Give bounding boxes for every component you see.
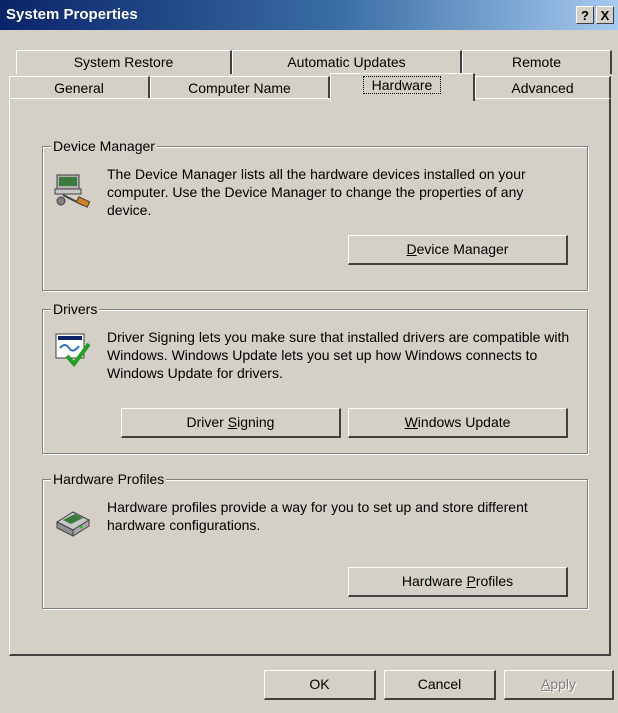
- tab-remote[interactable]: Remote: [462, 50, 612, 74]
- tab-general[interactable]: General: [9, 76, 150, 100]
- hardware-profiles-group: Hardware Profiles Hardware profiles prov…: [42, 471, 588, 609]
- windows-update-button[interactable]: Windows Update: [348, 408, 568, 438]
- tab-system-restore[interactable]: System Restore: [16, 50, 232, 74]
- help-button[interactable]: ?: [576, 6, 594, 24]
- hardware-profiles-group-label: Hardware Profiles: [51, 471, 167, 487]
- tab-automatic-updates[interactable]: Automatic Updates: [232, 50, 462, 74]
- tab-computer-name[interactable]: Computer Name: [150, 76, 330, 100]
- driver-signing-icon: [53, 330, 93, 370]
- hardware-tab-panel: Device Manager The Device Manager lists …: [9, 98, 611, 656]
- driver-signing-button[interactable]: Driver Signing: [121, 408, 341, 438]
- cancel-button[interactable]: Cancel: [384, 670, 496, 700]
- drivers-description: Driver Signing lets you make sure that i…: [107, 329, 570, 381]
- drivers-group-label: Drivers: [51, 301, 100, 317]
- apply-button[interactable]: Apply: [504, 670, 614, 700]
- tab-advanced[interactable]: Advanced: [475, 76, 611, 100]
- hardware-profiles-button[interactable]: Hardware Profiles: [348, 567, 568, 597]
- title-bar[interactable]: System Properties ? X: [0, 0, 618, 30]
- device-manager-description: The Device Manager lists all the hardwar…: [107, 166, 526, 218]
- window-title: System Properties: [6, 6, 138, 23]
- hardware-profiles-icon: [53, 500, 93, 540]
- device-manager-group-label: Device Manager: [51, 138, 157, 154]
- tab-hardware-label: Hardware: [362, 76, 442, 94]
- device-manager-group: Device Manager The Device Manager lists …: [42, 138, 588, 291]
- hardware-profiles-description: Hardware profiles provide a way for you …: [107, 499, 528, 533]
- tab-hardware[interactable]: Hardware: [330, 73, 475, 101]
- close-button[interactable]: X: [596, 6, 614, 24]
- device-manager-button[interactable]: Device Manager: [348, 235, 568, 265]
- device-manager-icon: [53, 169, 93, 209]
- ok-button[interactable]: OK: [264, 670, 376, 700]
- system-properties-window: System Properties ? X System Restore Aut…: [0, 0, 618, 713]
- drivers-group: Drivers Driver Signing lets you make sur…: [42, 301, 588, 454]
